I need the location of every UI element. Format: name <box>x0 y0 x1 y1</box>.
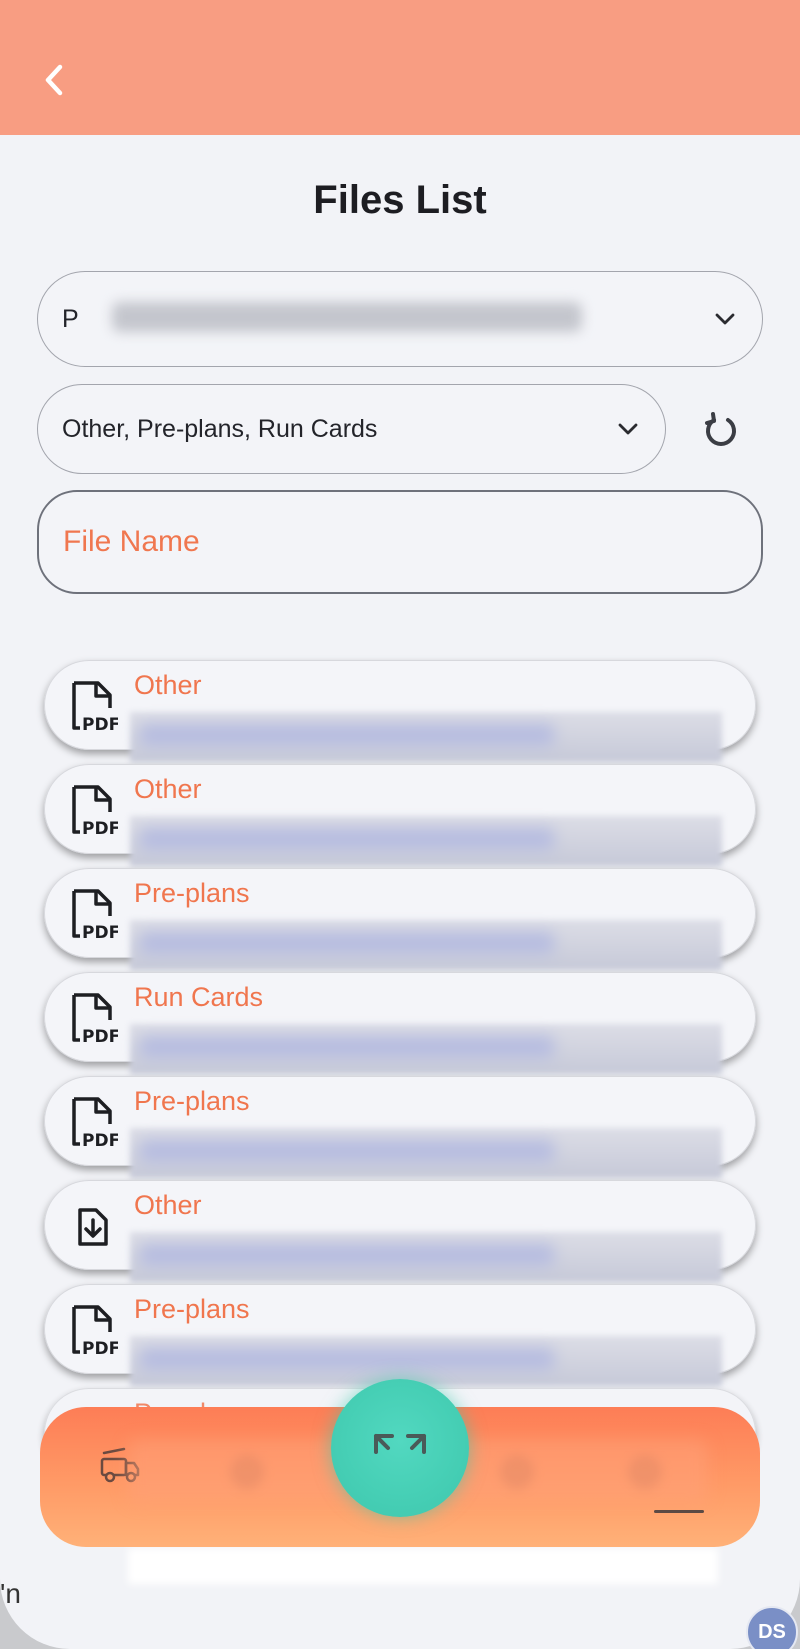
svg-text:PDF: PDF <box>82 819 118 838</box>
file-list-item[interactable]: PDF Other <box>44 764 756 866</box>
user-avatar[interactable]: DS <box>746 1606 798 1649</box>
file-download-icon <box>68 1200 118 1254</box>
file-name-input[interactable] <box>37 490 763 594</box>
redacted-file-name <box>130 1336 722 1386</box>
file-list-item[interactable]: PDF Run Cards <box>44 972 756 1074</box>
svg-text:PDF: PDF <box>82 1131 118 1150</box>
file-list-item[interactable]: PDF Other <box>44 660 756 762</box>
top-app-bar <box>0 0 800 135</box>
background-text-fragment: 'n <box>0 1578 21 1609</box>
redacted-file-name <box>130 1232 722 1282</box>
reset-filters-button[interactable] <box>695 404 747 456</box>
redacted-area <box>128 1548 718 1584</box>
file-category-label: Other <box>134 670 202 700</box>
pdf-file-icon: PDF <box>68 1096 120 1151</box>
file-list-item[interactable]: PDF Pre-plans <box>44 1284 756 1386</box>
file-list-item[interactable]: PDF Pre-plans <box>44 1076 756 1178</box>
redacted-file-name <box>130 1128 722 1178</box>
chevron-down-icon <box>618 423 638 435</box>
category-multiselect[interactable]: Other, Pre-plans, Run Cards <box>37 384 666 474</box>
file-category-label: Run Cards <box>134 982 264 1012</box>
pdf-file-icon: PDF <box>68 992 120 1047</box>
svg-text:PDF: PDF <box>82 1027 118 1046</box>
expand-arrows-icon <box>374 1434 426 1454</box>
chevron-down-icon <box>715 313 735 325</box>
redacted-file-name <box>130 712 722 762</box>
category-select-value: Other, Pre-plans, Run Cards <box>62 414 378 443</box>
phone-frame: Files List P Other, Pre-plans, Run Cards… <box>0 0 800 1649</box>
file-category-label: Pre-plans <box>134 1086 250 1116</box>
file-category-label: Other <box>134 1190 202 1220</box>
file-list-item[interactable]: PDF Pre-plans <box>44 868 756 970</box>
file-category-label: Pre-plans <box>134 1294 250 1324</box>
pdf-file-icon: PDF <box>68 888 120 943</box>
back-button[interactable] <box>30 55 80 105</box>
file-category-label: Other <box>134 774 202 804</box>
refresh-icon <box>705 412 736 446</box>
redacted-file-name <box>130 920 722 970</box>
redacted-department-name <box>112 302 582 332</box>
svg-text:PDF: PDF <box>82 923 118 942</box>
file-list-item[interactable]: Other <box>44 1180 756 1282</box>
page-title: Files List <box>313 178 487 222</box>
expand-fab-button[interactable] <box>331 1379 469 1517</box>
redacted-file-name <box>130 1024 722 1074</box>
pdf-file-icon: PDF <box>68 1304 120 1359</box>
department-select[interactable]: P <box>37 271 763 367</box>
pdf-file-icon: PDF <box>68 680 120 735</box>
file-category-label: Pre-plans <box>134 878 250 908</box>
svg-text:PDF: PDF <box>82 1339 118 1358</box>
svg-text:PDF: PDF <box>82 715 118 734</box>
drag-handle[interactable] <box>654 1510 704 1513</box>
chevron-left-icon <box>45 64 63 96</box>
redacted-file-name <box>130 816 722 866</box>
pdf-file-icon: PDF <box>68 784 120 839</box>
